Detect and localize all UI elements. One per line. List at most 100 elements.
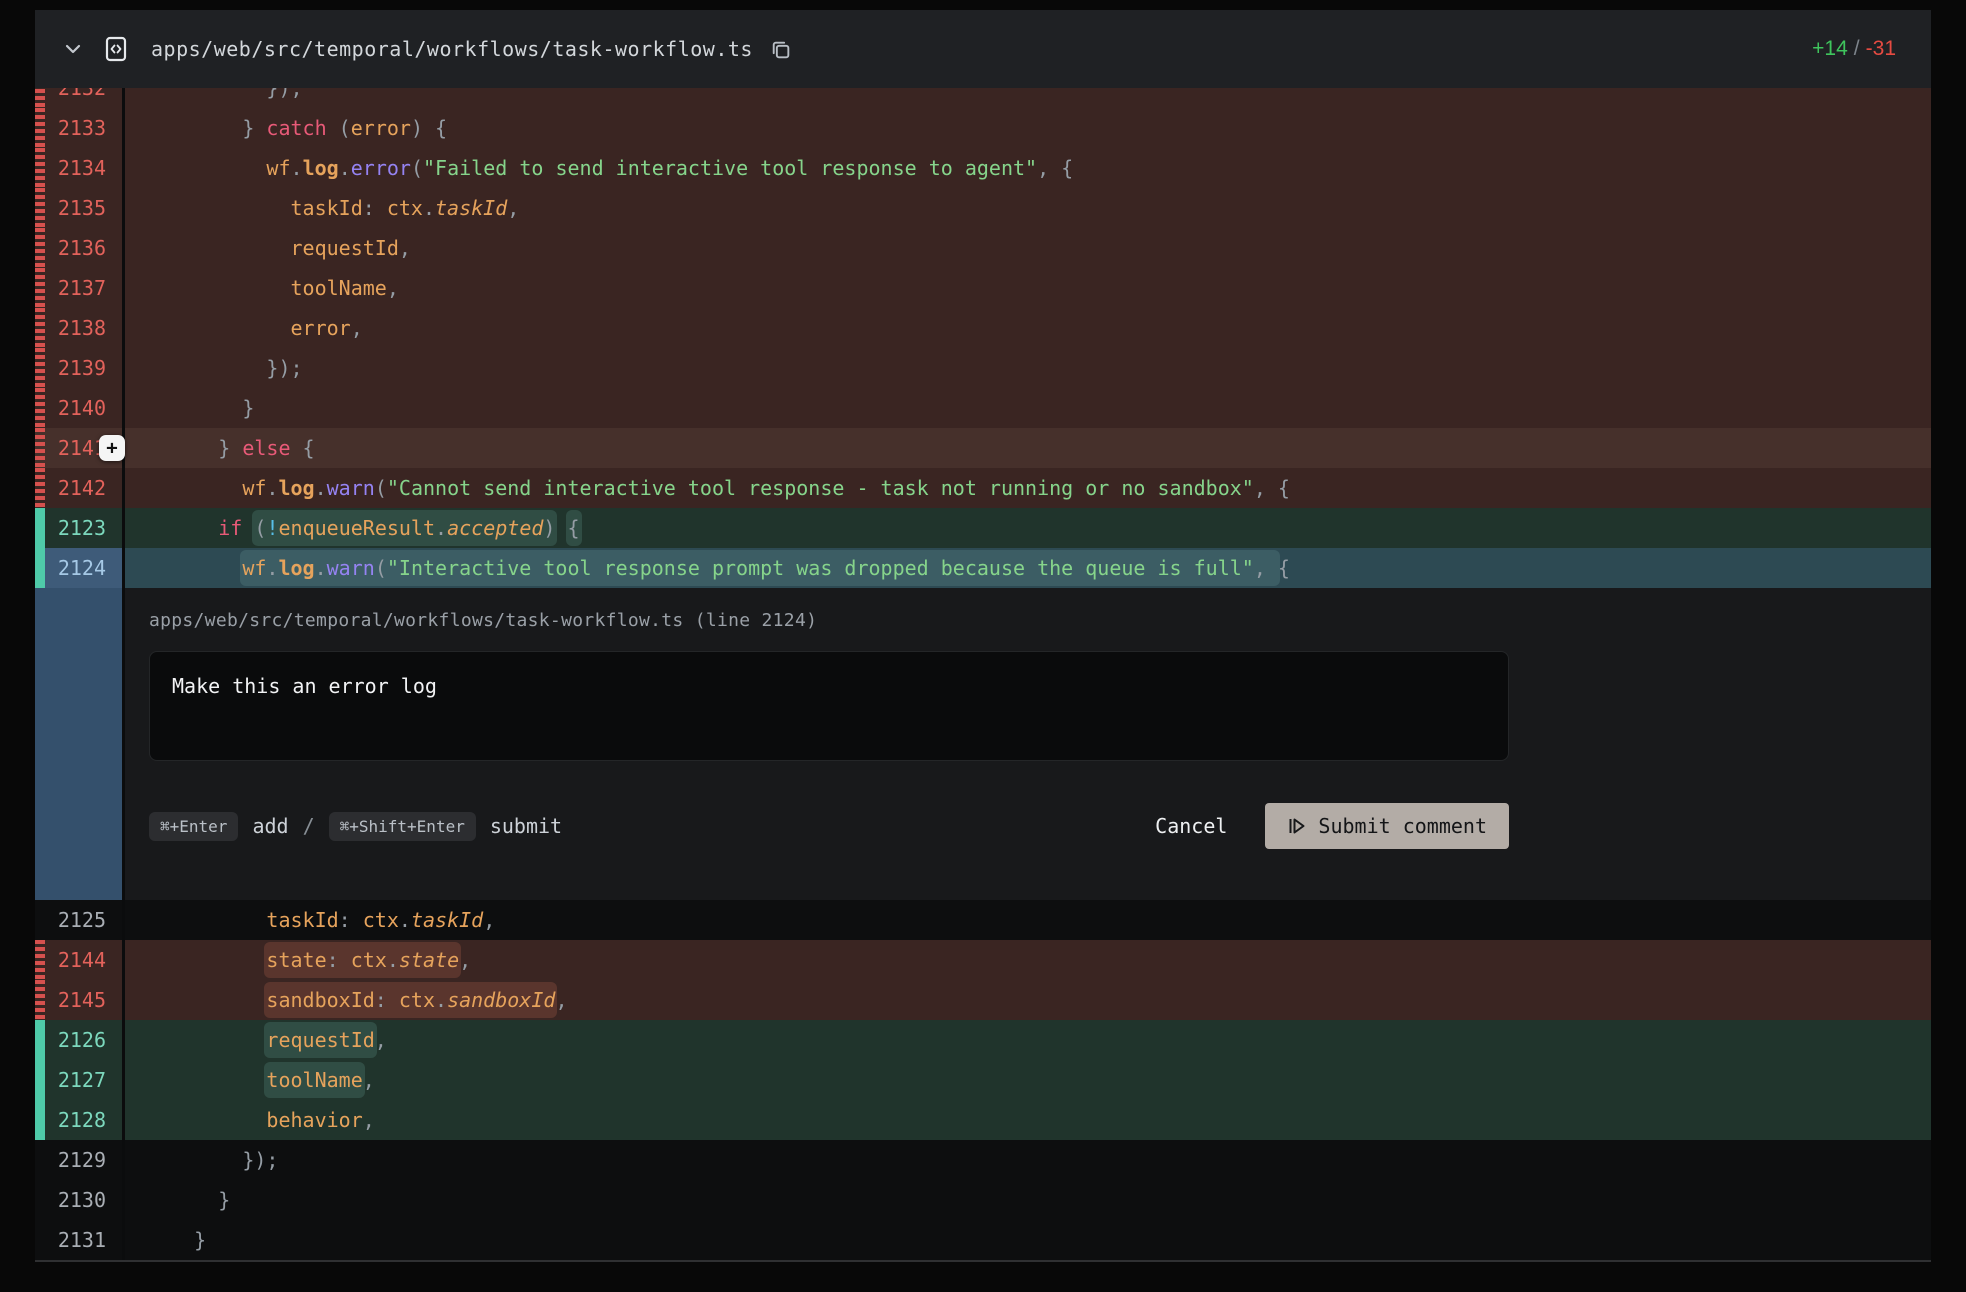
code-line-2130[interactable]: 2130 } — [35, 1180, 1931, 1220]
inline-comment-region: apps/web/src/temporal/workflows/task-wor… — [35, 588, 1931, 900]
kbd-submit-shortcut: ⌘+Shift+Enter — [329, 812, 476, 841]
comment-actions: ⌘+Enter add / ⌘+Shift+Enter submit Cance… — [149, 803, 1509, 849]
code-content: }); — [125, 1140, 278, 1180]
line-number: 2133 — [35, 108, 125, 148]
line-number: 2136 — [35, 228, 125, 268]
diff-indicator — [35, 468, 45, 508]
line-number: 2129 — [35, 1140, 125, 1180]
add-comment-button[interactable]: + — [99, 435, 125, 461]
code-content: } catch (error) { — [125, 108, 447, 148]
code-line-2126[interactable]: 2126 requestId, — [35, 1020, 1931, 1060]
comment-input[interactable]: Make this an error log — [149, 651, 1509, 761]
code-content: wf.log.warn("Interactive tool response p… — [125, 548, 1290, 588]
diff-indicator — [35, 980, 45, 1020]
code-line-2137[interactable]: 2137 toolName, — [35, 268, 1931, 308]
kbd-add-shortcut: ⌘+Enter — [149, 812, 238, 841]
line-number: 2145 — [35, 980, 125, 1020]
action-buttons: Cancel Submit comment — [1141, 803, 1509, 849]
code-line-2136[interactable]: 2136 requestId, — [35, 228, 1931, 268]
line-number: 2132 — [35, 88, 125, 108]
line-number: 2124 — [35, 548, 125, 588]
code-content: taskId: ctx.taskId, — [125, 900, 495, 940]
removed-lines-count: -31 — [1866, 37, 1896, 60]
code-line-2128[interactable]: 2128 behavior, — [35, 1100, 1931, 1140]
code-line-2145[interactable]: 2145 sandboxId: ctx.sandboxId, — [35, 980, 1931, 1020]
line-number: 2128 — [35, 1100, 125, 1140]
line-number: 2130 — [35, 1180, 125, 1220]
code-line-2127[interactable]: 2127 toolName, — [35, 1060, 1931, 1100]
comment-gutter — [35, 588, 125, 900]
code-content: } — [125, 1220, 206, 1260]
cancel-button[interactable]: Cancel — [1141, 806, 1241, 846]
diff-indicator — [35, 188, 45, 228]
line-number: 2131 — [35, 1220, 125, 1260]
added-lines-count: +14 — [1812, 37, 1848, 60]
code-content: toolName, — [125, 268, 399, 308]
line-number: 2127 — [35, 1060, 125, 1100]
line-number: 2144 — [35, 940, 125, 980]
code-line-2131[interactable]: 2131 } — [35, 1220, 1931, 1260]
code-content: wf.log.error("Failed to send interactive… — [125, 148, 1073, 188]
code-line-2124[interactable]: 2124 wf.log.warn("Interactive tool respo… — [35, 548, 1931, 588]
code-line-2144[interactable]: 2144 state: ctx.state, — [35, 940, 1931, 980]
code-line-2125[interactable]: 2125 taskId: ctx.taskId, — [35, 900, 1931, 940]
code-content: }); — [125, 88, 303, 108]
code-line-2138[interactable]: 2138 error, — [35, 308, 1931, 348]
diff-indicator — [35, 1020, 45, 1060]
diff-stats: +14/-31 — [1812, 37, 1896, 61]
diff-indicator — [35, 548, 45, 588]
code-line-2129[interactable]: 2129 }); — [35, 1140, 1931, 1180]
diff-indicator — [35, 228, 45, 268]
code-content: } — [125, 1180, 230, 1220]
comment-context-label: apps/web/src/temporal/workflows/task-wor… — [149, 610, 1907, 631]
code-content: state: ctx.state, — [125, 940, 471, 980]
hint-separator: / — [303, 814, 315, 838]
code-content: wf.log.warn("Cannot send interactive too… — [125, 468, 1290, 508]
card-bottom-border — [35, 1260, 1931, 1262]
diff-indicator — [35, 940, 45, 980]
code-line-2140[interactable]: 2140 } — [35, 388, 1931, 428]
code-content: taskId: ctx.taskId, — [125, 188, 519, 228]
submit-hint-label: submit — [490, 814, 562, 838]
diff-indicator — [35, 308, 45, 348]
code-content: error, — [125, 308, 363, 348]
diff-indicator — [35, 428, 45, 468]
code-line-2135[interactable]: 2135 taskId: ctx.taskId, — [35, 188, 1931, 228]
chevron-down-icon — [62, 38, 84, 60]
file-path: apps/web/src/temporal/workflows/task-wor… — [151, 37, 753, 61]
diff-indicator — [35, 508, 45, 548]
copy-path-button[interactable] — [769, 38, 792, 61]
code-content: requestId, — [125, 228, 411, 268]
code-content: toolName, — [125, 1060, 375, 1100]
code-line-2123[interactable]: 2123 if (!enqueueResult.accepted) { — [35, 508, 1931, 548]
code-line-2132[interactable]: 2132 }); — [35, 88, 1931, 108]
code-content: } else { — [125, 428, 315, 468]
code-line-2142[interactable]: 2142 wf.log.warn("Cannot send interactiv… — [35, 468, 1931, 508]
code-line-2133[interactable]: 2133 } catch (error) { — [35, 108, 1931, 148]
comment-panel: apps/web/src/temporal/workflows/task-wor… — [125, 588, 1931, 900]
line-number: 2123 — [35, 508, 125, 548]
diff-indicator — [35, 88, 45, 108]
line-number: 2138 — [35, 308, 125, 348]
line-number: 2125 — [35, 900, 125, 940]
diff-indicator — [35, 348, 45, 388]
submit-icon — [1287, 816, 1307, 836]
diff-file-card: apps/web/src/temporal/workflows/task-wor… — [35, 10, 1931, 1262]
code-content: sandboxId: ctx.sandboxId, — [125, 980, 567, 1020]
diff-indicator — [35, 108, 45, 148]
copy-icon — [769, 38, 792, 61]
submit-comment-button[interactable]: Submit comment — [1265, 803, 1509, 849]
code-line-2141[interactable]: 2141 } else {+ — [35, 428, 1931, 468]
submit-comment-label: Submit comment — [1318, 814, 1487, 838]
code-content: }); — [125, 348, 303, 388]
collapse-file-button[interactable] — [62, 38, 84, 60]
diff-indicator — [35, 148, 45, 188]
line-number: 2135 — [35, 188, 125, 228]
code-line-2134[interactable]: 2134 wf.log.error("Failed to send intera… — [35, 148, 1931, 188]
line-number: 2140 — [35, 388, 125, 428]
line-number: 2139 — [35, 348, 125, 388]
code-line-2139[interactable]: 2139 }); — [35, 348, 1931, 388]
line-number: 2142 — [35, 468, 125, 508]
add-hint-label: add — [252, 814, 288, 838]
shortcut-hints: ⌘+Enter add / ⌘+Shift+Enter submit — [149, 812, 562, 841]
